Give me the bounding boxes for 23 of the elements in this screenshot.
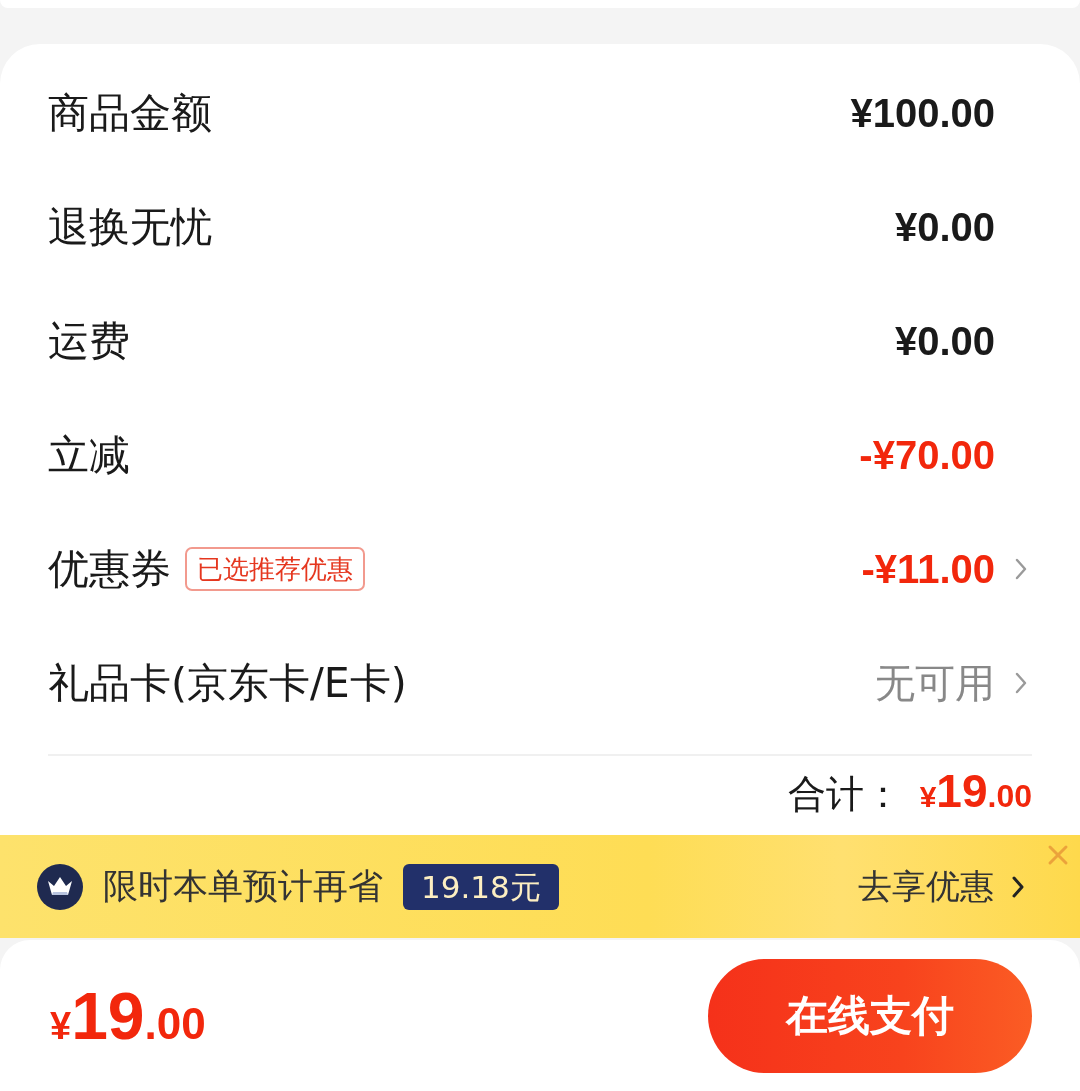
row-label: 优惠券: [48, 543, 171, 595]
row-label: 立减: [48, 429, 130, 481]
crown-icon: [37, 863, 83, 910]
row-label: 退换无忧: [48, 201, 212, 253]
row-value: ¥100.00: [850, 90, 995, 136]
row-value: -¥70.00: [859, 432, 995, 478]
total-price: ¥19.00: [919, 764, 1032, 818]
close-icon[interactable]: [1047, 844, 1069, 866]
row-label: 礼品卡(京东卡/E卡): [48, 657, 407, 709]
savings-badge: 19.18元: [403, 863, 559, 910]
pay-button[interactable]: 在线支付: [708, 958, 1032, 1073]
row-value[interactable]: -¥11.00: [861, 546, 995, 592]
row-label: 商品金额: [48, 87, 212, 139]
row-label: 运费: [48, 315, 130, 367]
chevron-right-icon: [1012, 874, 1024, 899]
coupon-tag: 已选推荐优惠: [185, 547, 365, 591]
row-value: ¥0.00: [894, 318, 995, 364]
promo-link[interactable]: 去享优惠: [858, 863, 1024, 910]
total-label: 合计：: [787, 771, 902, 818]
footer-price: ¥19.00: [50, 977, 206, 1054]
promo-text: 限时本单预计再省: [103, 865, 383, 908]
row-value[interactable]: 无可用: [875, 655, 995, 711]
row-value: ¥0.00: [894, 204, 995, 250]
